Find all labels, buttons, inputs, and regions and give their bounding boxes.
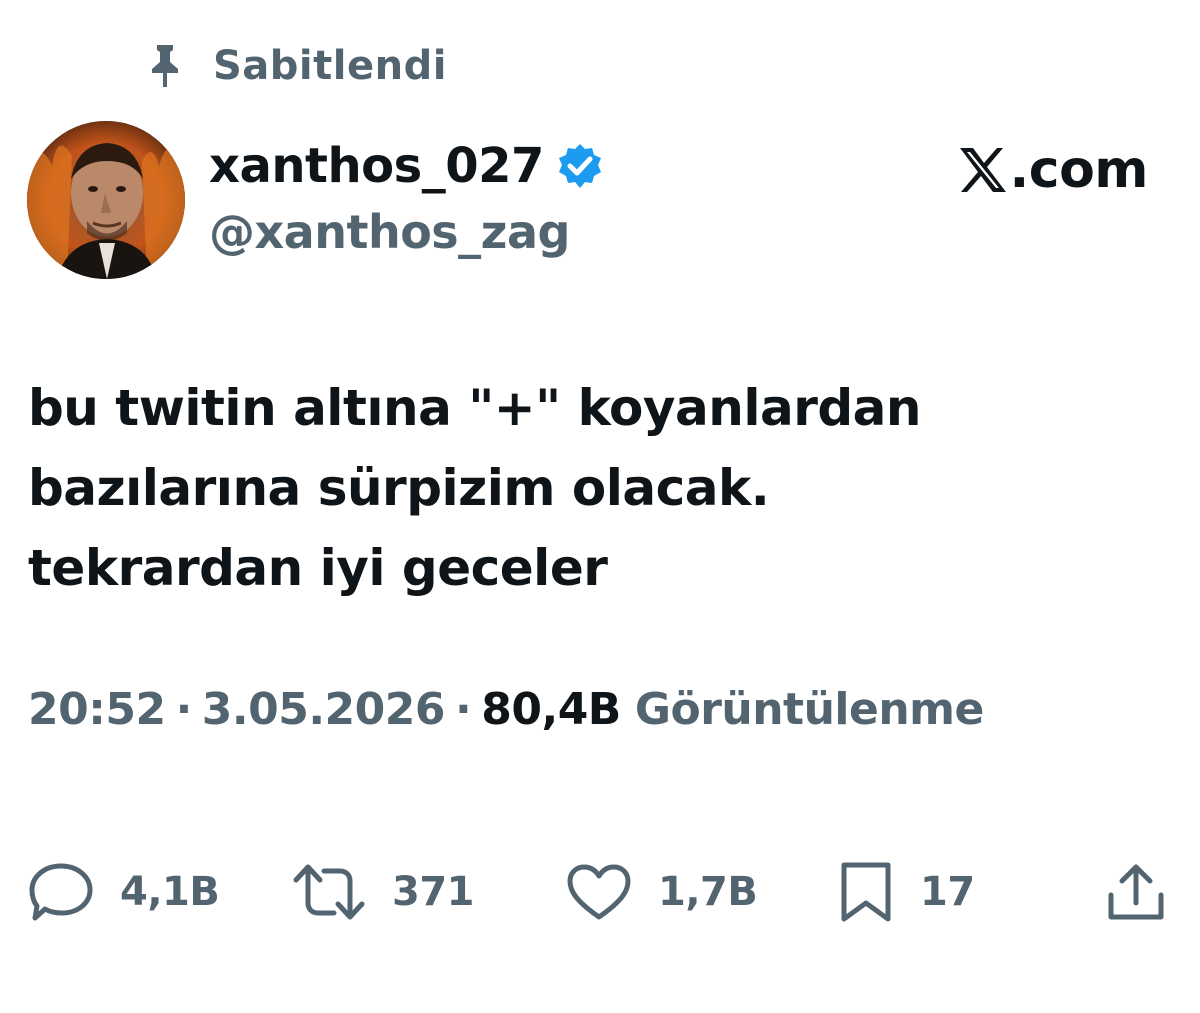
reply-button[interactable]: 4,1B xyxy=(28,860,220,924)
views-count: 80,4B xyxy=(481,684,621,735)
author-handle[interactable]: @xanthos_zag xyxy=(209,205,570,259)
action-bar: 4,1B 371 1,7B 17 xyxy=(28,860,1168,924)
tweet-time[interactable]: 20:52 xyxy=(28,684,166,735)
reply-count: 4,1B xyxy=(120,869,220,915)
brand-text: .com xyxy=(1009,140,1149,200)
meta-separator: · xyxy=(175,684,193,735)
author-name-row[interactable]: xanthos_027 xyxy=(209,138,604,194)
repost-count: 371 xyxy=(392,869,475,915)
pinned-indicator: Sabitlendi xyxy=(145,40,447,92)
heart-icon xyxy=(566,863,632,921)
bookmark-button[interactable]: 17 xyxy=(838,860,975,924)
tweet-line: tekrardan iyi geceler xyxy=(28,539,608,597)
like-count: 1,7B xyxy=(658,869,758,915)
tweet-meta: 20:52 · 3.05.2026 · 80,4B Görüntülenme xyxy=(28,684,984,735)
bookmark-count: 17 xyxy=(920,869,975,915)
display-name[interactable]: xanthos_027 xyxy=(209,138,544,194)
repost-icon xyxy=(292,863,366,921)
bookmark-icon xyxy=(838,861,894,923)
meta-separator: · xyxy=(455,684,472,735)
share-icon xyxy=(1106,861,1166,923)
views-label: Görüntülenme xyxy=(634,684,985,735)
x-logo-icon xyxy=(958,146,1008,194)
tweet-text: bu twitin altına "+" koyanlardan bazılar… xyxy=(28,368,1168,608)
like-button[interactable]: 1,7B xyxy=(566,860,758,924)
pinned-label: Sabitlendi xyxy=(213,43,447,89)
tweet-date[interactable]: 3.05.2026 xyxy=(202,684,446,735)
repost-button[interactable]: 371 xyxy=(292,860,475,924)
pin-icon xyxy=(145,43,185,89)
verified-badge-icon xyxy=(556,142,604,190)
tweet-line: bu twitin altına "+" koyanlardan xyxy=(28,379,921,437)
brand-watermark: .com xyxy=(958,140,1149,200)
tweet-line: bazılarına sürpizim olacak. xyxy=(28,459,770,517)
reply-icon xyxy=(28,861,94,923)
share-button[interactable] xyxy=(1106,860,1166,924)
avatar[interactable] xyxy=(27,121,185,279)
